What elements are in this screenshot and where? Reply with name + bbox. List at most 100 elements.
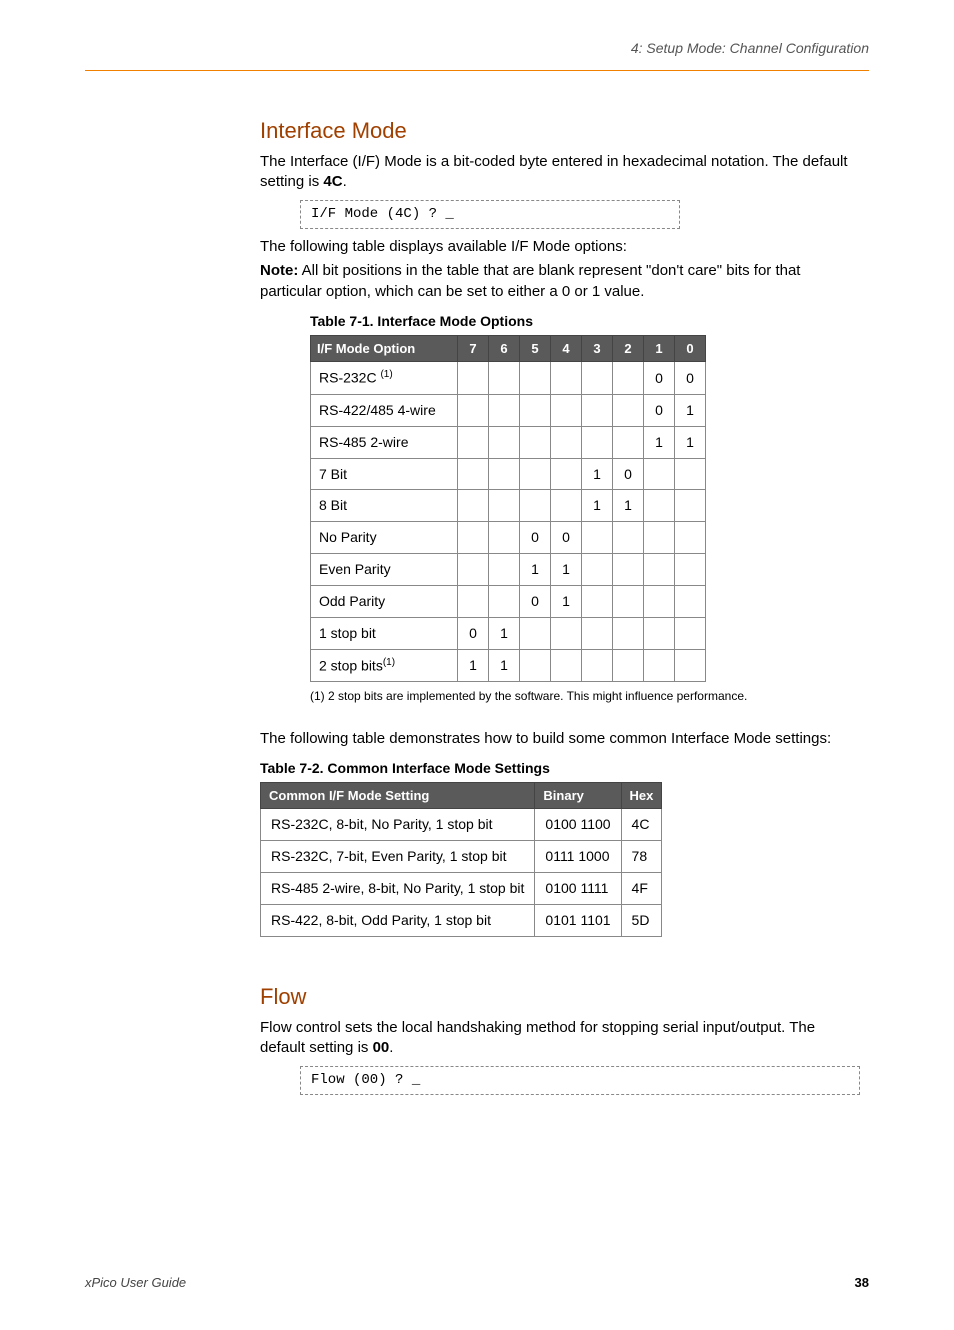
common-settings-intro: The following table demonstrates how to … bbox=[260, 729, 860, 749]
cell: RS-232C, 7-bit, Even Parity, 1 stop bit bbox=[261, 841, 535, 873]
table-row: 7 Bit 10 bbox=[311, 458, 706, 490]
cell: 4C bbox=[621, 809, 662, 841]
cell: 0100 1100 bbox=[535, 809, 621, 841]
bit-cell: 0 bbox=[675, 362, 706, 395]
bit-cell bbox=[644, 649, 675, 682]
intro-default-value: 4C bbox=[323, 173, 342, 190]
bit-cell: 1 bbox=[520, 554, 551, 586]
footer-page-number: 38 bbox=[855, 1275, 869, 1290]
bit-cell bbox=[644, 490, 675, 522]
bit-cell bbox=[489, 426, 520, 458]
heading-interface-mode: Interface Mode bbox=[260, 116, 860, 146]
bit-cell: 0 bbox=[458, 618, 489, 650]
cell: 0111 1000 bbox=[535, 841, 621, 873]
bit-cell: 0 bbox=[644, 362, 675, 395]
bit-cell: 1 bbox=[551, 586, 582, 618]
bit-cell bbox=[613, 522, 644, 554]
bit-cell bbox=[520, 426, 551, 458]
row-label: 8 Bit bbox=[311, 490, 458, 522]
table-row: Odd Parity 01 bbox=[311, 586, 706, 618]
bit-cell bbox=[613, 426, 644, 458]
row-label: Even Parity bbox=[311, 554, 458, 586]
table1-h3: 5 bbox=[520, 335, 551, 362]
bit-cell: 1 bbox=[551, 554, 582, 586]
bit-cell bbox=[613, 362, 644, 395]
table-row: RS-232C, 8-bit, No Parity, 1 stop bit010… bbox=[261, 809, 662, 841]
bit-cell: 0 bbox=[520, 586, 551, 618]
if-mode-table-intro: The following table displays available I… bbox=[260, 237, 860, 257]
table-row: 1 stop bit01 bbox=[311, 618, 706, 650]
bit-cell bbox=[675, 586, 706, 618]
table1-h8: 0 bbox=[675, 335, 706, 362]
bit-cell: 1 bbox=[675, 394, 706, 426]
cell: 5D bbox=[621, 905, 662, 937]
code-box-if-mode: I/F Mode (4C) ? _ bbox=[300, 200, 680, 229]
flow-text-b: . bbox=[389, 1039, 393, 1056]
bit-cell bbox=[520, 649, 551, 682]
bit-cell bbox=[582, 522, 613, 554]
cell: 0100 1111 bbox=[535, 873, 621, 905]
header-rule bbox=[85, 70, 869, 71]
table-row: RS-422/485 4-wire 01 bbox=[311, 394, 706, 426]
bit-cell bbox=[613, 554, 644, 586]
table-row: RS-422, 8-bit, Odd Parity, 1 stop bit010… bbox=[261, 905, 662, 937]
bit-cell bbox=[675, 618, 706, 650]
row-label: RS-485 2-wire bbox=[311, 426, 458, 458]
row-label: 2 stop bits(1) bbox=[311, 649, 458, 682]
bit-cell: 1 bbox=[613, 490, 644, 522]
table-row: Even Parity 11 bbox=[311, 554, 706, 586]
table1-header-row: I/F Mode Option 7 6 5 4 3 2 1 0 bbox=[311, 335, 706, 362]
table1-h2: 6 bbox=[489, 335, 520, 362]
table-row: RS-485 2-wire 11 bbox=[311, 426, 706, 458]
bit-cell: 1 bbox=[675, 426, 706, 458]
bit-cell: 1 bbox=[644, 426, 675, 458]
bit-cell bbox=[520, 490, 551, 522]
intro-text-b: . bbox=[343, 173, 347, 190]
bit-cell: 1 bbox=[489, 618, 520, 650]
bit-cell bbox=[644, 554, 675, 586]
bit-cell bbox=[644, 458, 675, 490]
bit-cell bbox=[551, 458, 582, 490]
bit-cell bbox=[675, 458, 706, 490]
bit-cell bbox=[613, 649, 644, 682]
table2-h1: Binary bbox=[535, 782, 621, 809]
heading-flow: Flow bbox=[260, 982, 860, 1012]
row-label: Odd Parity bbox=[311, 586, 458, 618]
row-label: 1 stop bit bbox=[311, 618, 458, 650]
table2-title: Table 7-2. Common Interface Mode Setting… bbox=[260, 759, 860, 778]
bit-cell bbox=[489, 522, 520, 554]
bit-cell: 0 bbox=[613, 458, 644, 490]
row-label: No Parity bbox=[311, 522, 458, 554]
bit-cell bbox=[489, 458, 520, 490]
bit-cell bbox=[458, 522, 489, 554]
common-if-mode-table: Common I/F Mode Setting Binary Hex RS-23… bbox=[260, 782, 662, 937]
bit-cell bbox=[582, 586, 613, 618]
bit-cell: 0 bbox=[551, 522, 582, 554]
bit-cell bbox=[613, 618, 644, 650]
table1-h6: 2 bbox=[613, 335, 644, 362]
table2-header-row: Common I/F Mode Setting Binary Hex bbox=[261, 782, 662, 809]
bit-cell bbox=[644, 586, 675, 618]
bit-cell: 1 bbox=[489, 649, 520, 682]
bit-cell bbox=[520, 394, 551, 426]
row-label: RS-422/485 4-wire bbox=[311, 394, 458, 426]
table-row: RS-232C (1)00 bbox=[311, 362, 706, 395]
cell: 4F bbox=[621, 873, 662, 905]
flow-text-a: Flow control sets the local handshaking … bbox=[260, 1019, 815, 1056]
bit-cell: 1 bbox=[582, 458, 613, 490]
bit-cell: 1 bbox=[458, 649, 489, 682]
flow-default-value: 00 bbox=[373, 1039, 390, 1056]
bit-cell bbox=[551, 490, 582, 522]
intro-text-a: The Interface (I/F) Mode is a bit-coded … bbox=[260, 153, 848, 190]
bit-cell bbox=[458, 554, 489, 586]
note-text: All bit positions in the table that are … bbox=[260, 262, 800, 299]
row-label: 7 Bit bbox=[311, 458, 458, 490]
bit-cell bbox=[644, 522, 675, 554]
bit-cell: 0 bbox=[644, 394, 675, 426]
bit-cell bbox=[458, 490, 489, 522]
bit-cell bbox=[582, 394, 613, 426]
bit-cell bbox=[551, 394, 582, 426]
table-row: 8 Bit11 bbox=[311, 490, 706, 522]
table-row: RS-485 2-wire, 8-bit, No Parity, 1 stop … bbox=[261, 873, 662, 905]
cell: RS-422, 8-bit, Odd Parity, 1 stop bit bbox=[261, 905, 535, 937]
